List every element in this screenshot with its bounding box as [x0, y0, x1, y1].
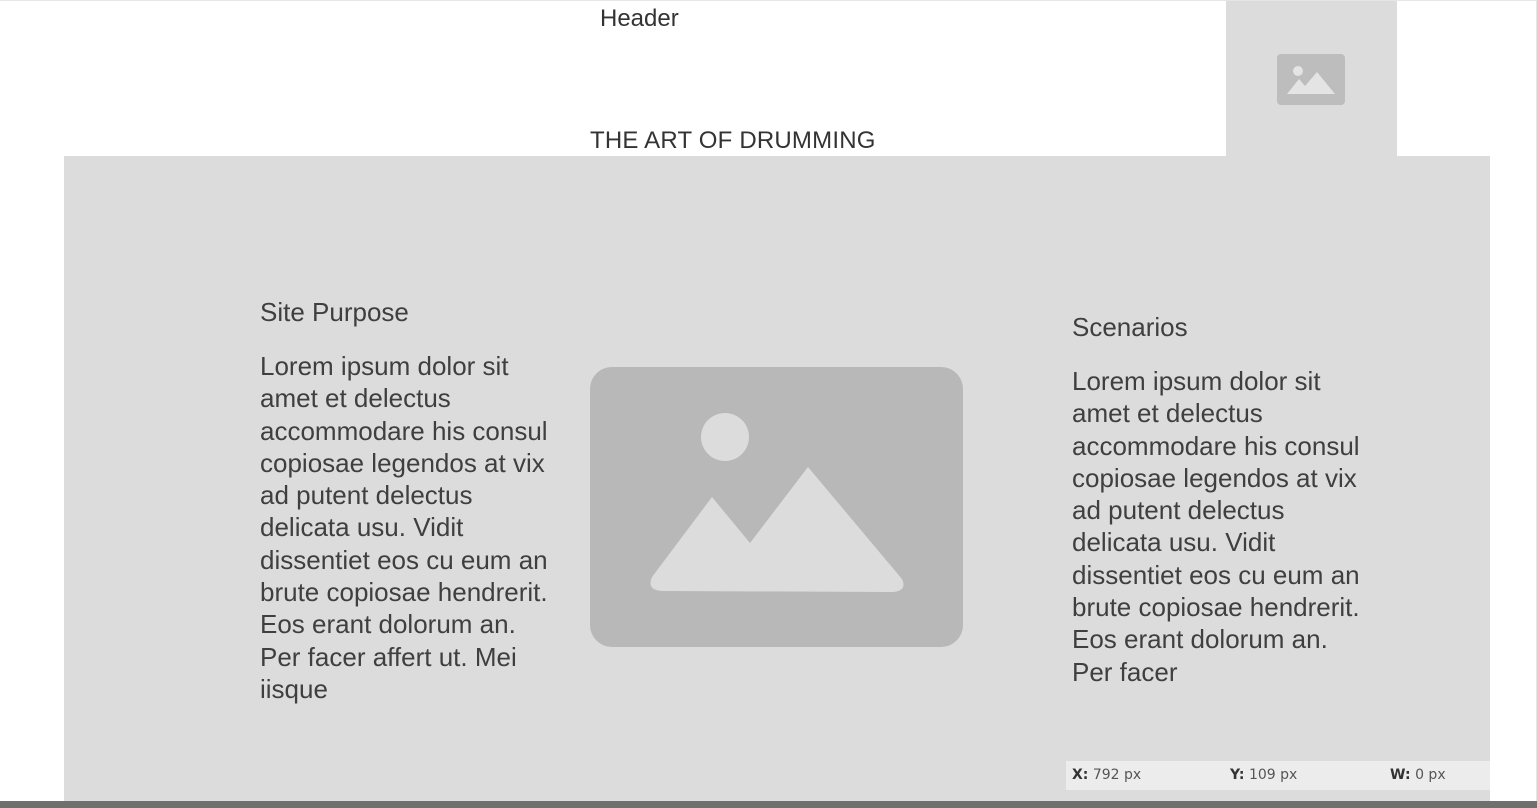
x-readout: X: 792 px [1072, 767, 1141, 783]
image-placeholder-icon [650, 413, 904, 592]
scenarios-heading: Scenarios [1072, 312, 1188, 342]
header-label: Header [600, 5, 679, 32]
wireframe-canvas: Header THE ART OF DRUMMING Site Purpose … [0, 0, 1537, 808]
logo-placeholder[interactable] [1226, 1, 1397, 156]
coordinates-status-bar: X: 792 px Y: 109 px W: 0 px [1066, 761, 1490, 790]
w-label: W: [1390, 767, 1411, 783]
scenarios-section: Scenarios Lorem ipsum dolor sit amet et … [1072, 312, 1362, 688]
site-purpose-section: Site Purpose Lorem ipsum dolor sit amet … [260, 297, 550, 705]
image-placeholder-icon [1277, 54, 1345, 105]
y-value: 109 px [1248, 767, 1298, 783]
site-purpose-text: Lorem ipsum dolor sit amet et delectus a… [260, 351, 548, 704]
page-title: THE ART OF DRUMMING [590, 127, 876, 154]
x-label: X: [1072, 767, 1089, 783]
x-value: 792 px [1092, 767, 1142, 783]
w-value: 0 px [1415, 767, 1446, 783]
scenarios-text: Lorem ipsum dolor sit amet et delectus a… [1072, 366, 1360, 687]
bottom-scrollbar[interactable] [0, 801, 1537, 808]
w-readout: W: 0 px [1390, 767, 1446, 783]
y-label: Y: [1230, 767, 1245, 783]
y-readout: Y: 109 px [1230, 767, 1297, 783]
content-panel: Site Purpose Lorem ipsum dolor sit amet … [64, 156, 1490, 801]
site-purpose-heading: Site Purpose [260, 297, 409, 327]
center-image-placeholder[interactable] [590, 367, 963, 647]
